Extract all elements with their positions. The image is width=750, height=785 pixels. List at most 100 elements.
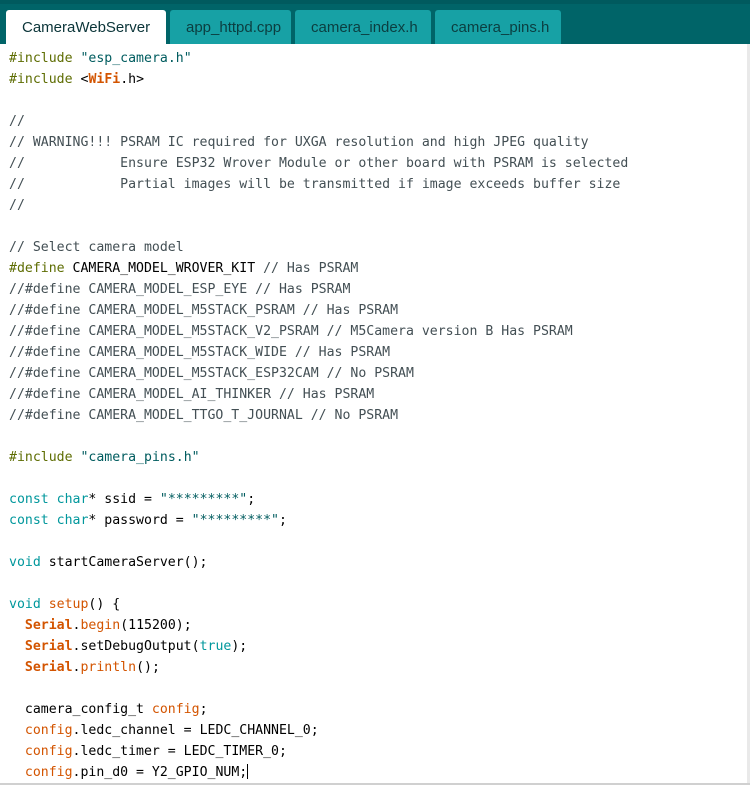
code-token: * password = [88, 513, 192, 528]
code-line[interactable]: //#define CAMERA_MODEL_M5STACK_V2_PSRAM … [0, 321, 750, 342]
code-token: // WARNING!!! PSRAM IC required for UXGA… [9, 135, 589, 150]
code-line[interactable]: //#define CAMERA_MODEL_TTGO_T_JOURNAL //… [0, 405, 750, 426]
code-line[interactable] [0, 90, 750, 111]
code-token: .pin_d0 = Y2_GPIO_NUM; [72, 765, 248, 780]
code-token: config [151, 702, 200, 717]
code-line[interactable]: // WARNING!!! PSRAM IC required for UXGA… [0, 132, 750, 153]
code-token: //#define CAMERA_MODEL_M5STACK_PSRAM // … [9, 303, 399, 318]
code-line[interactable]: // Ensure ESP32 Wrover Module or other b… [0, 153, 750, 174]
code-line[interactable]: config.pin_d0 = Y2_GPIO_NUM; [0, 762, 750, 783]
code-token: "*********" [159, 492, 248, 507]
tab-camera-pins-h[interactable]: camera_pins.h [435, 10, 561, 44]
code-line[interactable]: config.ledc_channel = LEDC_CHANNEL_0; [0, 720, 750, 741]
tab-camerawebserver[interactable]: CameraWebServer [6, 10, 166, 44]
code-token: println [80, 660, 137, 675]
code-token: //#define CAMERA_MODEL_ESP_EYE // Has PS… [9, 282, 351, 297]
code-token: * ssid = [88, 492, 160, 507]
code-token: "*********" [191, 513, 279, 528]
code-line[interactable]: #define CAMERA_MODEL_WROVER_KIT // Has P… [0, 258, 750, 279]
code-line[interactable]: const char* password = "*********"; [0, 510, 750, 531]
code-token: startCameraServer(); [40, 555, 208, 570]
code-line[interactable] [0, 531, 750, 552]
code-line[interactable]: //#define CAMERA_MODEL_M5STACK_PSRAM // … [0, 300, 750, 321]
code-token: setup [48, 597, 89, 612]
code-token: //#define CAMERA_MODEL_AI_THINKER // Has… [9, 387, 375, 402]
code-token: "esp_camera.h" [80, 51, 192, 66]
code-line[interactable] [0, 678, 750, 699]
code-line[interactable]: //#define CAMERA_MODEL_AI_THINKER // Has… [0, 384, 750, 405]
code-line[interactable]: // [0, 111, 750, 132]
tabs: CameraWebServer app_httpd.cpp camera_index… [6, 10, 561, 44]
code-line[interactable]: #include <WiFi.h> [0, 69, 750, 90]
code-token: //#define CAMERA_MODEL_M5STACK_V2_PSRAM … [9, 324, 573, 339]
code-token: Serial [24, 639, 73, 654]
code-token: .setDebugOutput( [72, 639, 200, 654]
code-line[interactable] [0, 426, 750, 447]
code-token: const [9, 492, 49, 507]
code-line[interactable]: // Partial images will be transmitted if… [0, 174, 750, 195]
code-line[interactable]: Serial.println(); [0, 657, 750, 678]
code-token: char [56, 492, 89, 507]
code-line[interactable] [0, 468, 750, 489]
code-token: WiFi [88, 72, 121, 87]
code-editor[interactable]: #include "esp_camera.h" #include <WiFi.h>… [0, 44, 750, 785]
code-token: #include [9, 72, 73, 87]
code-line[interactable]: #include "esp_camera.h" [0, 48, 750, 69]
code-token: void [9, 555, 41, 570]
code-token: //#define CAMERA_MODEL_M5STACK_WIDE // H… [9, 345, 391, 360]
code-line[interactable]: // [0, 195, 750, 216]
tab-camera-index-h[interactable]: camera_index.h [295, 10, 431, 44]
code-token: .ledc_channel = LEDC_CHANNEL_0; [72, 723, 319, 738]
code-line[interactable]: void startCameraServer(); [0, 552, 750, 573]
code-line[interactable]: Serial.setDebugOutput(true); [0, 636, 750, 657]
code-token: #include [9, 450, 73, 465]
tab-bar-top-line [0, 0, 750, 4]
code-token: // Has PSRAM [263, 261, 359, 276]
code-token: // Partial images will be transmitted if… [9, 177, 621, 192]
tab-app-httpd-cpp[interactable]: app_httpd.cpp [170, 10, 291, 44]
code-token: true [199, 639, 232, 654]
code-token: void [9, 597, 41, 612]
code-token: ); [231, 639, 248, 654]
code-token: #include [9, 51, 73, 66]
code-token: () { [88, 597, 121, 612]
text-cursor [247, 764, 249, 779]
code-line[interactable]: // Select camera model [0, 237, 750, 258]
code-line[interactable]: const char* ssid = "*********"; [0, 489, 750, 510]
code-token: //#define CAMERA_MODEL_TTGO_T_JOURNAL //… [9, 408, 399, 423]
code-line[interactable]: Serial.begin(115200); [0, 615, 750, 636]
code-token: config [24, 765, 73, 780]
code-token: config [24, 723, 73, 738]
code-line[interactable]: //#define CAMERA_MODEL_M5STACK_ESP32CAM … [0, 363, 750, 384]
code-token: ; [199, 702, 208, 717]
code-line[interactable] [0, 216, 750, 237]
code-token: (115200); [120, 618, 192, 633]
code-token: //#define CAMERA_MODEL_M5STACK_ESP32CAM … [9, 366, 414, 381]
code-token: ; [247, 492, 256, 507]
code-token: CAMERA_MODEL_WROVER_KIT [64, 261, 264, 276]
code-token: // [9, 114, 25, 129]
code-line[interactable]: config.ledc_timer = LEDC_TIMER_0; [0, 741, 750, 762]
code-line[interactable]: #include "camera_pins.h" [0, 447, 750, 468]
code-token: const [9, 513, 49, 528]
code-token: begin [80, 618, 121, 633]
code-token: camera_config_t [9, 702, 152, 717]
code-line[interactable]: camera_config_t config; [0, 699, 750, 720]
code-line[interactable]: void setup() { [0, 594, 750, 615]
code-token: .h> [120, 72, 145, 87]
code-line[interactable]: //#define CAMERA_MODEL_ESP_EYE // Has PS… [0, 279, 750, 300]
code-line[interactable] [0, 573, 750, 594]
code-token: "camera_pins.h" [80, 450, 200, 465]
code-token: // Select camera model [9, 240, 184, 255]
code-token: Serial [24, 660, 73, 675]
code-token: #define [9, 261, 65, 276]
code-token: config [24, 744, 73, 759]
code-token: // [9, 198, 25, 213]
code-line[interactable]: //#define CAMERA_MODEL_M5STACK_WIDE // H… [0, 342, 750, 363]
